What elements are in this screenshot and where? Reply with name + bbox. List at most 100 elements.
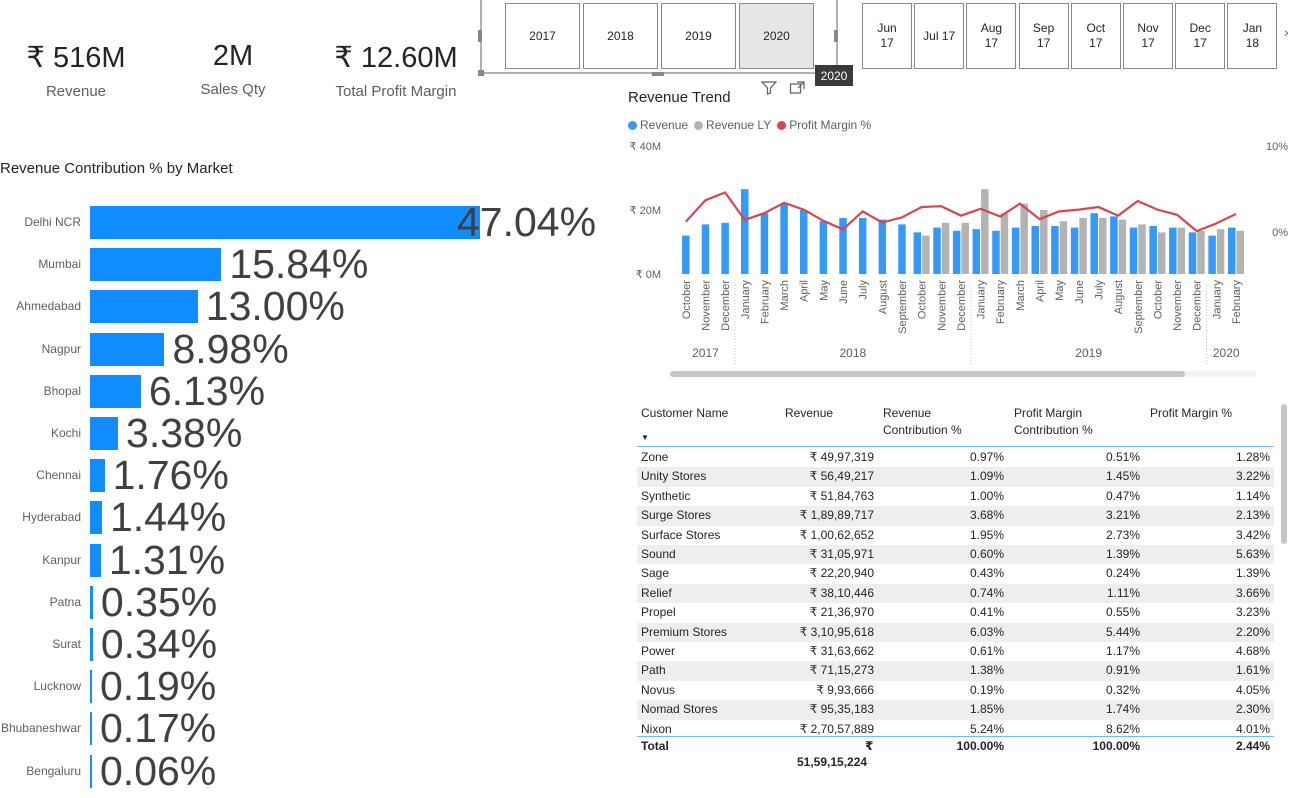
revenue-bar[interactable] <box>1149 226 1157 274</box>
revenue-ly-bar[interactable] <box>1157 232 1166 274</box>
table-row[interactable]: Zone ₹ 49,97,319 0.97% 0.51% 1.28% <box>637 448 1274 467</box>
market-bar[interactable] <box>90 712 92 746</box>
revenue-bar[interactable] <box>760 213 769 274</box>
chart-scrollbar[interactable] <box>670 371 1185 377</box>
table-row[interactable]: Synthetic ₹ 51,84,763 1.00% 0.47% 1.14% <box>637 487 1274 506</box>
table-row[interactable]: Propel ₹ 21,36,970 0.41% 0.55% 3.23% <box>637 603 1274 622</box>
month-tile[interactable]: Dec 17 <box>1175 3 1226 69</box>
revenue-ly-bar[interactable] <box>1197 230 1205 274</box>
year-tile-2019[interactable]: 2019 <box>661 3 736 69</box>
revenue-bar[interactable] <box>682 235 690 274</box>
market-bar[interactable] <box>90 248 222 282</box>
table-scrollbar[interactable] <box>1281 404 1287 544</box>
revenue-ly-bar[interactable] <box>1098 218 1107 274</box>
revenue-ly-bar[interactable] <box>1020 203 1028 274</box>
table-row[interactable]: Power ₹ 31,63,662 0.61% 1.17% 4.68% <box>637 642 1274 661</box>
table-row[interactable]: Sage ₹ 22,20,940 0.43% 0.24% 1.39% <box>637 564 1274 583</box>
table-row[interactable]: Novus ₹ 9,93,666 0.19% 0.32% 4.05% <box>637 681 1274 700</box>
market-bar[interactable] <box>90 501 102 535</box>
market-bar[interactable] <box>90 290 198 324</box>
table-row[interactable]: Sound ₹ 31,05,971 0.60% 1.39% 5.63% <box>637 545 1274 565</box>
month-tile[interactable]: Oct 17 <box>1070 3 1121 69</box>
column-header[interactable]: Customer Name <box>641 405 728 422</box>
revenue-bar[interactable] <box>780 203 788 274</box>
table-row[interactable]: Surface Stores ₹ 1,00,62,652 1.95% 2.73% 3.4… <box>637 526 1274 545</box>
market-bar[interactable] <box>90 543 101 577</box>
legend-item-profit-margin[interactable]: Profit Margin % <box>777 118 871 132</box>
table-row[interactable]: Surge Stores ₹ 1,89,89,717 3.68% 3.21% 2.13% <box>637 506 1274 526</box>
revenue-bar[interactable] <box>1011 227 1020 274</box>
slicer-scroll-icon[interactable]: › <box>1284 24 1289 40</box>
revenue-bar[interactable] <box>1169 227 1177 274</box>
table-row[interactable]: Nomad Stores ₹ 95,35,183 1.85% 1.74% 2.30% <box>637 700 1274 720</box>
revenue-bar[interactable] <box>1031 226 1040 274</box>
revenue-bar[interactable] <box>952 230 961 274</box>
market-bar[interactable] <box>90 206 480 239</box>
revenue-ly-bar[interactable] <box>922 235 930 274</box>
revenue-ly-bar[interactable] <box>1138 224 1146 274</box>
revenue-bar[interactable] <box>1090 213 1098 274</box>
table-row[interactable]: Path ₹ 71,15,273 1.38% 0.91% 1.61% <box>637 661 1274 681</box>
table-row[interactable]: Premium Stores ₹ 3,10,95,618 6.03% 5.44% 2.2… <box>637 622 1274 642</box>
focus-mode-icon[interactable] <box>789 81 805 95</box>
resize-handle[interactable] <box>652 72 664 76</box>
profit-margin-line[interactable] <box>685 191 1237 233</box>
revenue-bar[interactable] <box>721 222 729 274</box>
revenue-bar[interactable] <box>1051 226 1059 274</box>
resize-handle[interactable] <box>478 30 482 42</box>
column-header[interactable]: Profit Margin Contribution % <box>1014 405 1093 439</box>
revenue-bar[interactable] <box>819 221 828 274</box>
revenue-bar[interactable] <box>1188 232 1197 274</box>
revenue-ly-bar[interactable] <box>1236 230 1245 274</box>
market-bar[interactable] <box>90 628 93 661</box>
revenue-bar[interactable] <box>858 218 867 274</box>
revenue-bar[interactable] <box>1129 227 1138 274</box>
revenue-ly-bar[interactable] <box>1177 227 1186 274</box>
month-tile[interactable]: Jun 17 <box>862 3 912 69</box>
year-tile-2017[interactable]: 2017 <box>505 3 580 69</box>
column-header[interactable]: Profit Margin % <box>1150 405 1232 422</box>
revenue-ly-bar[interactable] <box>1118 219 1127 274</box>
legend-item-revenue-ly[interactable]: Revenue LY <box>694 118 771 132</box>
market-bar[interactable] <box>90 670 92 704</box>
month-tile[interactable]: Nov 17 <box>1123 3 1173 69</box>
market-bar[interactable] <box>90 374 141 408</box>
resize-handle[interactable] <box>478 70 484 76</box>
month-tile[interactable]: Jan 18 <box>1227 3 1278 69</box>
column-header[interactable]: Revenue Contribution % <box>883 405 962 439</box>
revenue-ly-bar[interactable] <box>1079 218 1087 274</box>
table-row[interactable]: Relief ₹ 38,10,446 0.74% 1.11% 3.66% <box>637 583 1274 604</box>
revenue-ly-bar[interactable] <box>981 189 989 274</box>
revenue-ly-bar[interactable] <box>1059 221 1068 274</box>
market-bar[interactable] <box>90 754 92 788</box>
revenue-bar[interactable] <box>1228 227 1236 274</box>
table-row[interactable]: Unity Stores ₹ 56,49,217 1.09% 1.45% 3.22% <box>637 467 1274 487</box>
month-tile[interactable]: Aug 17 <box>966 3 1017 69</box>
month-tile[interactable]: Sep 17 <box>1018 3 1069 69</box>
revenue-bar[interactable] <box>1070 227 1079 274</box>
legend-item-revenue[interactable]: Revenue <box>628 118 688 132</box>
filter-icon[interactable] <box>761 81 777 95</box>
revenue-ly-bar[interactable] <box>941 222 950 274</box>
revenue-bar[interactable] <box>878 219 887 274</box>
revenue-bar[interactable] <box>741 189 749 274</box>
revenue-bar[interactable] <box>1208 235 1216 274</box>
revenue-ly-bar[interactable] <box>961 222 969 274</box>
revenue-ly-bar[interactable] <box>1216 229 1225 274</box>
revenue-bar[interactable] <box>701 224 710 274</box>
revenue-bar[interactable] <box>933 227 941 274</box>
market-bar[interactable] <box>90 459 105 493</box>
revenue-bar[interactable] <box>992 230 1000 274</box>
sort-desc-icon[interactable]: ▼ <box>641 433 649 442</box>
market-bar[interactable] <box>90 417 119 450</box>
market-bar[interactable] <box>90 332 165 366</box>
revenue-bar[interactable] <box>898 224 906 274</box>
revenue-bar[interactable] <box>972 229 981 274</box>
month-tile[interactable]: Jul 17 <box>914 3 965 69</box>
resize-handle[interactable] <box>834 30 838 42</box>
revenue-bar[interactable] <box>913 232 922 274</box>
revenue-bar[interactable] <box>799 210 808 274</box>
year-tile-2018[interactable]: 2018 <box>583 3 658 69</box>
revenue-bar[interactable] <box>1110 216 1118 274</box>
column-header[interactable]: Revenue <box>785 405 833 422</box>
